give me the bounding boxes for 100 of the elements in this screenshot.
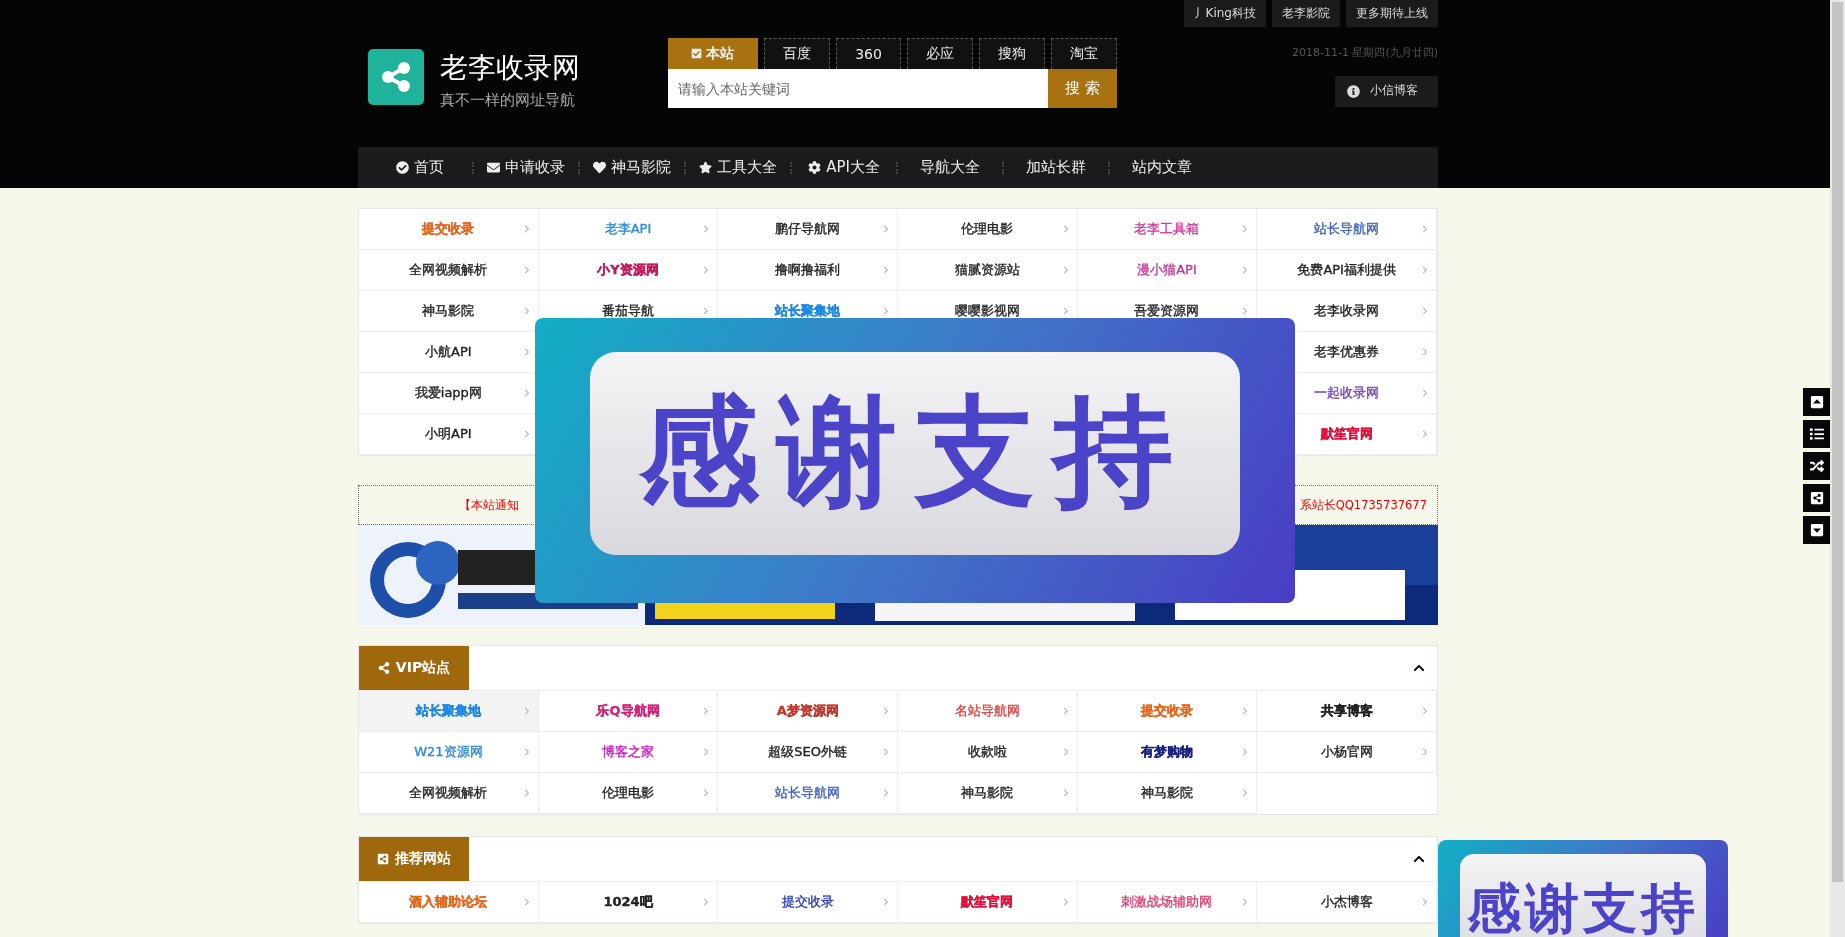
- collapse-icon[interactable]: [1413, 853, 1425, 865]
- nav-link[interactable]: 导航大全: [898, 158, 1002, 177]
- site-link[interactable]: 共享博客: [1257, 691, 1437, 732]
- site-link[interactable]: 站长导航网: [718, 773, 898, 814]
- search-tab[interactable]: 本站: [668, 38, 758, 69]
- chevron-right-icon: [523, 389, 530, 397]
- collapse-icon[interactable]: [1413, 662, 1425, 674]
- chevron-right-icon: [1062, 307, 1069, 315]
- chevron-right-icon: [883, 307, 889, 315]
- nav-link[interactable]: 加站长群: [1004, 158, 1108, 177]
- chevron-right-icon: [1242, 789, 1249, 797]
- chevron-right-icon: [523, 307, 530, 315]
- search-tab[interactable]: 360: [835, 38, 902, 69]
- chevron-right-icon: [883, 707, 889, 715]
- chevron-right-icon: [523, 748, 530, 756]
- checkbox-icon: [691, 48, 703, 59]
- site-link[interactable]: 漫小猫API: [1077, 250, 1258, 291]
- scroll-top-button[interactable]: [1803, 388, 1830, 416]
- chevron-right-icon: [1422, 389, 1428, 397]
- share-icon: [377, 662, 390, 674]
- search-button[interactable]: 搜 索: [1048, 69, 1117, 108]
- search-field[interactable]: 请输入本站关键词: [668, 69, 1048, 108]
- caret-up-icon: [1809, 395, 1824, 409]
- caret-down-icon: [1809, 523, 1824, 537]
- date-text: 2018-11-1 星期四(九月廿四): [1292, 45, 1438, 60]
- site-link[interactable]: 提交收录: [718, 882, 898, 923]
- site-link[interactable]: 博客之家: [538, 732, 719, 773]
- site-link[interactable]: 乐Q导航网: [538, 691, 719, 732]
- chevron-right-icon: [523, 707, 530, 715]
- search-tab[interactable]: 百度: [763, 38, 830, 69]
- site-link[interactable]: 神马影院: [1077, 773, 1258, 814]
- star-icon: [699, 161, 712, 174]
- chevron-right-icon: [1242, 225, 1249, 233]
- ad-text: 感谢支持: [590, 352, 1240, 555]
- site-link[interactable]: 1024吧: [538, 882, 719, 923]
- scrollbar[interactable]: [1830, 0, 1845, 937]
- site-link[interactable]: 神马影院: [359, 291, 539, 332]
- site-link[interactable]: 老李API: [538, 209, 719, 250]
- list-icon: [1809, 427, 1824, 441]
- chevron-right-icon: [523, 225, 530, 233]
- chevron-right-icon: [523, 266, 530, 274]
- random-button[interactable]: [1803, 452, 1830, 480]
- user-button[interactable]: 小信博客: [1335, 76, 1438, 107]
- share-button[interactable]: [1803, 484, 1830, 512]
- top-link[interactable]: 老李影院: [1272, 0, 1340, 27]
- site-link[interactable]: W21资源网: [359, 732, 539, 773]
- nav-link[interactable]: 站内文章: [1110, 158, 1214, 177]
- share-icon: [377, 853, 389, 865]
- site-link[interactable]: 老李工具箱: [1077, 209, 1258, 250]
- nav-link[interactable]: 申请收录: [474, 158, 578, 177]
- chevron-right-icon: [703, 307, 710, 315]
- site-link[interactable]: 伦理电影: [538, 773, 719, 814]
- chevron-right-icon: [883, 748, 889, 756]
- site-link[interactable]: 有梦购物: [1077, 732, 1258, 773]
- site-link[interactable]: 小杰博客: [1257, 882, 1437, 923]
- chevron-right-icon: [1062, 898, 1069, 906]
- site-link[interactable]: A梦资源网: [718, 691, 898, 732]
- site-link[interactable]: 撸啊撸福利: [718, 250, 898, 291]
- site-title: 老李收录网: [440, 50, 580, 86]
- site-link[interactable]: 鹏仔导航网: [718, 209, 898, 250]
- site-link[interactable]: 全网视频解析: [359, 773, 539, 814]
- list-button[interactable]: [1803, 420, 1830, 448]
- envelope-icon: [487, 161, 500, 174]
- chevron-right-icon: [1242, 707, 1249, 715]
- site-link[interactable]: 伦理电影: [898, 209, 1078, 250]
- chevron-right-icon: [1062, 707, 1069, 715]
- site-link[interactable]: 刺激战场辅助网: [1077, 882, 1258, 923]
- site-link[interactable]: 神马影院: [898, 773, 1078, 814]
- site-link[interactable]: 默笙官网: [898, 882, 1078, 923]
- chevron-right-icon: [1062, 225, 1069, 233]
- top-link[interactable]: 更多期待上线: [1346, 0, 1438, 27]
- chevron-right-icon: [523, 789, 530, 797]
- search-tab[interactable]: 必应: [907, 38, 974, 69]
- nav-link[interactable]: 神马影院: [580, 158, 684, 177]
- site-link[interactable]: 超级SEO外链: [718, 732, 898, 773]
- site-link[interactable]: 小杨官网: [1257, 732, 1437, 773]
- site-link[interactable]: 名站导航网: [898, 691, 1078, 732]
- notice-text: 【本站通知: [459, 497, 519, 513]
- nav-link[interactable]: 工具大全: [686, 158, 790, 177]
- search-tab[interactable]: 搜狗: [979, 38, 1046, 69]
- chevron-right-icon: [1422, 748, 1428, 756]
- chevron-right-icon: [1422, 225, 1428, 233]
- chevron-right-icon: [1242, 898, 1249, 906]
- chevron-right-icon: [703, 225, 710, 233]
- share-logo-icon: [368, 49, 424, 105]
- site-link[interactable]: 猫腻资源站: [898, 250, 1078, 291]
- site-subtitle: 真不一样的网址导航: [440, 91, 576, 110]
- scroll-bottom-button[interactable]: [1803, 516, 1830, 544]
- top-link[interactable]: 丿King科技: [1183, 0, 1266, 27]
- site-link[interactable]: 小Y资源网: [538, 250, 719, 291]
- nav-link[interactable]: 首页: [368, 158, 472, 177]
- nav-link[interactable]: API大全: [792, 158, 896, 177]
- search-tab[interactable]: 淘宝: [1051, 38, 1117, 69]
- site-link[interactable]: 免费API福利提供: [1257, 250, 1437, 291]
- site-link[interactable]: 全网视频解析: [359, 250, 539, 291]
- heart-icon: [593, 161, 606, 174]
- site-link[interactable]: 收款啦: [898, 732, 1078, 773]
- chevron-right-icon: [703, 748, 710, 756]
- site-link[interactable]: 站长导航网: [1257, 209, 1437, 250]
- chevron-right-icon: [703, 707, 710, 715]
